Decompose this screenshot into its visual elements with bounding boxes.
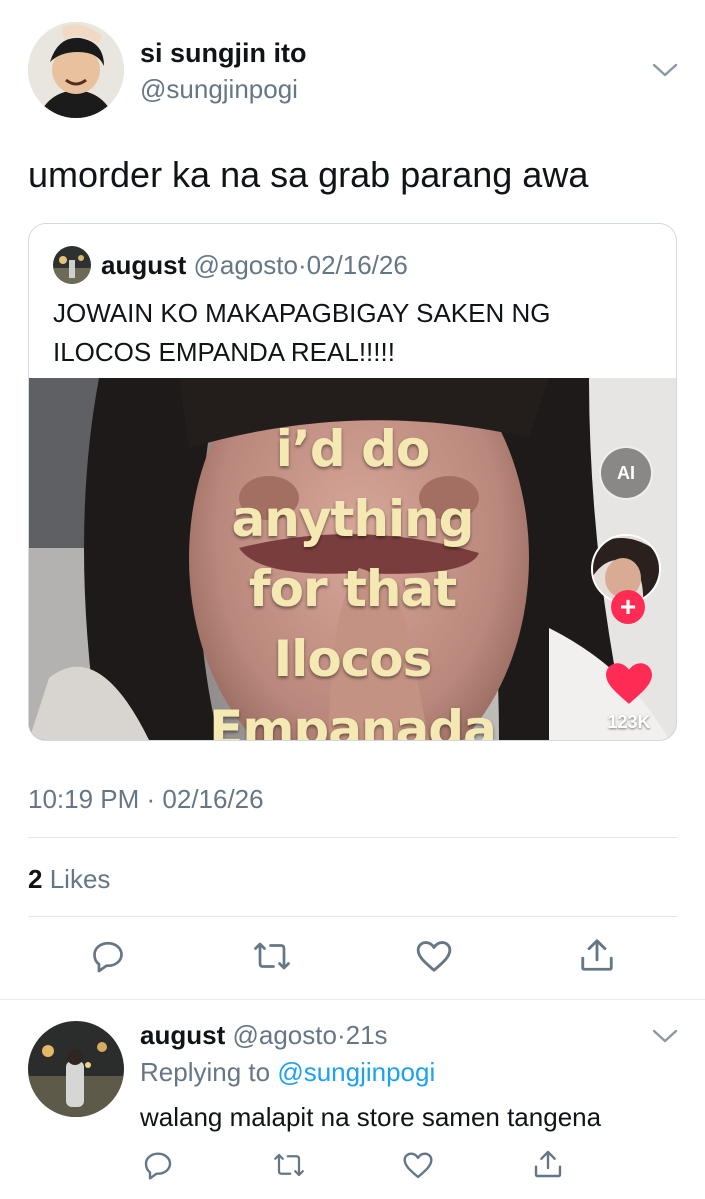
reply-avatar[interactable] [28,1021,124,1117]
replying-handle-link[interactable]: @sungjinpogi [277,1057,435,1087]
tweet-timestamp: 10:19 PM · 02/16/26 [28,784,264,814]
reply-time: 21s [345,1020,388,1050]
quoted-text-line1: JOWAIN KO MAKAPAGBIGAY SAKEN NG [53,298,551,328]
ai-badge-label: AI [617,463,635,483]
ai-badge[interactable]: AI [599,446,653,500]
share-icon[interactable] [532,1148,564,1180]
tweet-text: umorder ka na sa grab parang awa [28,154,589,195]
author-display-name[interactable]: si sungjin ito [140,38,307,69]
reply-text: walang malapit na store samen tangena [140,1102,602,1132]
media-caption-line2: anything [231,490,475,548]
media-caption-line4: Ilocos [273,630,433,688]
author-handle[interactable]: @sungjinpogi [140,74,298,105]
reply-header: august @agosto·21s [140,1020,388,1051]
like-icon[interactable] [402,1150,434,1180]
quoted-handle: @agosto [193,250,298,280]
reply-separator: · [336,1020,346,1050]
reply-display-name[interactable]: august [140,1020,225,1050]
media-caption-line3: for that [248,560,457,618]
quoted-display-name: august [101,250,187,280]
reply-icon[interactable] [142,1149,174,1181]
share-icon[interactable] [578,936,616,974]
quoted-separator: · [297,250,307,280]
quoted-avatar [53,246,91,284]
author-avatar[interactable] [28,22,124,118]
heart-icon[interactable] [604,660,654,706]
likes-label: Likes [49,864,111,894]
follow-symbol: + [619,591,637,622]
section-divider [0,999,705,1000]
reply-handle[interactable]: @agosto [232,1020,336,1050]
chevron-down-icon[interactable] [651,60,679,80]
retweet-icon[interactable] [252,938,292,974]
retweet-icon[interactable] [272,1150,306,1180]
divider [28,916,677,917]
replying-to: Replying to @sungjinpogi [140,1057,435,1088]
reply-icon[interactable] [90,938,126,974]
media-like-count: 123K [607,712,651,732]
replying-prefix: Replying to [140,1057,271,1087]
quoted-header: august @agosto·02/16/26 [101,250,408,281]
chevron-down-icon[interactable] [651,1026,679,1046]
follow-button[interactable]: + [611,590,645,624]
media-caption-line5: Empanada [209,700,497,740]
quoted-media[interactable]: i’d do anything for that Ilocos Empanada… [29,378,676,740]
quoted-tweet-card[interactable]: august @agosto·02/16/26 JOWAIN KO MAKAPA… [28,223,677,741]
likes-stat[interactable]: 2 Likes [28,864,110,895]
divider [28,837,677,838]
like-icon[interactable] [415,938,453,974]
quoted-text-line2: ILOCOS EMPANDA REAL!!!!! [53,337,395,367]
media-caption-line1: i’d do [275,420,430,478]
likes-count: 2 [28,864,43,894]
quoted-date: 02/16/26 [306,250,408,280]
